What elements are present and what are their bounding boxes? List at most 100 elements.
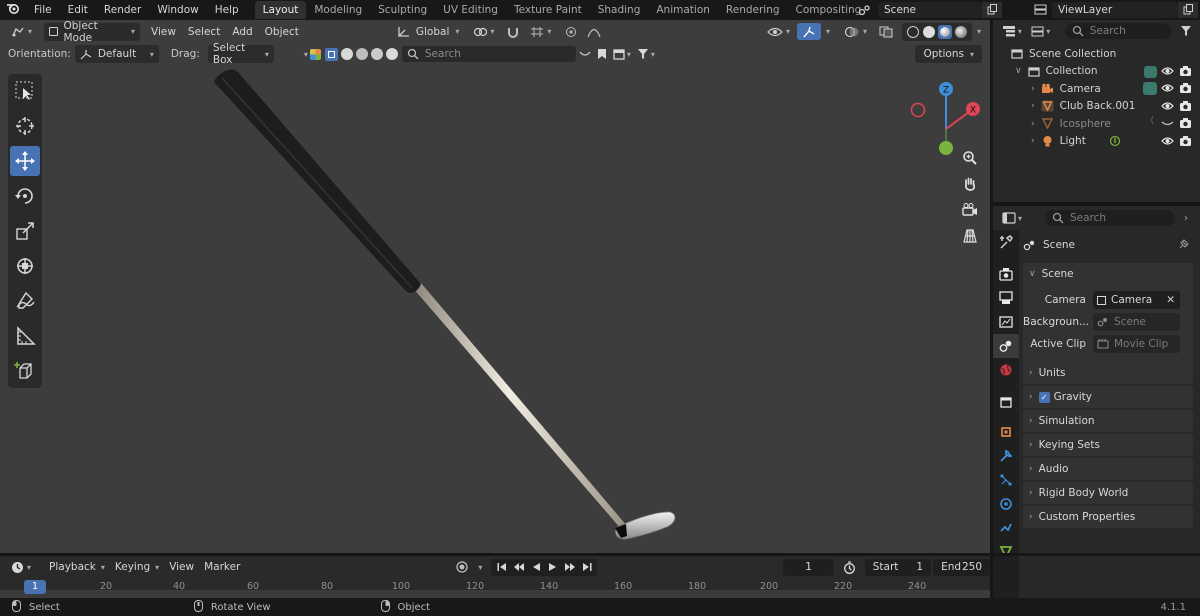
club-render-icon[interactable] [1179,100,1192,115]
outliner-row-icosphere[interactable]: › Icosphere ( [993,115,1200,133]
timeline-ruler[interactable]: 1 20 40 60 80 100 120 140 160 180 200 22… [0,578,990,598]
output-tab-icon[interactable] [993,286,1019,310]
camera-property-field[interactable]: Camera ✕ [1093,291,1180,309]
gravity-checkbox[interactable]: ✓ [1038,391,1050,403]
light-render-icon[interactable] [1179,135,1192,150]
particles-tab-icon[interactable] [993,468,1019,492]
prev-keyframe-icon[interactable] [510,559,527,575]
keying-sets-panel[interactable]: › Keying Sets [1023,434,1193,456]
display-mode-dropdown[interactable]: ▾ [1027,23,1055,39]
outliner-filter-icon[interactable] [1176,23,1196,39]
properties-options-chevron-icon[interactable]: › [1176,210,1196,226]
zoom-icon[interactable] [958,146,982,170]
keying-menu[interactable]: Keying ▾ [110,558,164,576]
workspace-tab-layout[interactable]: Layout [254,1,307,19]
workspace-tab-texture-paint[interactable]: Texture Paint [506,1,590,19]
icosphere-render-icon[interactable] [1179,117,1192,132]
clear-camera-icon[interactable]: ✕ [1166,294,1175,306]
background-property-field[interactable]: Scene [1093,313,1180,331]
camera-data-icon[interactable] [1143,82,1157,95]
icosphere-hidden-eye-icon[interactable] [1161,117,1174,132]
view-layer-name-field[interactable]: ViewLayer [1052,1,1178,18]
outliner-row-camera[interactable]: › Camera [993,80,1200,98]
light-eye-icon[interactable] [1161,135,1174,150]
properties-editor-type-button[interactable]: ▾ [997,210,1027,226]
collection-tab-icon[interactable] [993,390,1019,414]
view-layer-icon[interactable] [1028,2,1052,18]
outliner-search-field[interactable]: Search [1064,23,1173,39]
new-scene-icon[interactable] [982,1,1002,18]
light-data-icon[interactable] [1109,135,1121,150]
scene-name-field[interactable]: Scene [878,1,982,18]
physics-tab-icon[interactable] [993,492,1019,516]
play-icon[interactable] [544,559,561,575]
jump-start-icon[interactable] [493,559,510,575]
modifier-tab-icon[interactable] [993,444,1019,468]
collection-render-icon[interactable] [1179,65,1192,80]
collapse-chevron-icon[interactable]: ∨ [1015,66,1022,76]
active-clip-property-field[interactable]: Movie Clip [1093,335,1180,353]
units-panel[interactable]: › Units [1023,362,1193,384]
scene-panel-header[interactable]: ∨ Scene [1023,263,1193,285]
playback-menu[interactable]: Playback ▾ [44,558,110,576]
menu-window[interactable]: Window [149,4,206,16]
gravity-panel[interactable]: › ✓ Gravity [1023,386,1193,408]
custom-properties-panel[interactable]: › Custom Properties [1023,506,1193,528]
constraints-tab-icon[interactable] [993,516,1019,540]
scene-tab-icon[interactable] [993,334,1019,358]
workspace-tab-uv-editing[interactable]: UV Editing [435,1,506,19]
scene-icon[interactable] [852,2,878,18]
play-reverse-icon[interactable] [527,559,544,575]
render-tab-icon[interactable] [993,262,1019,286]
workspace-tab-shading[interactable]: Shading [590,1,649,19]
menu-edit[interactable]: Edit [60,4,96,16]
new-view-layer-icon[interactable] [1178,1,1198,18]
marker-menu[interactable]: Marker [199,558,245,576]
camera-render-icon[interactable] [1179,82,1192,97]
playhead-frame-indicator[interactable]: 1 [24,580,46,594]
keying-options-dropdown[interactable]: ▾ [473,558,487,576]
collection-eye-icon[interactable] [1161,65,1174,80]
collection-checkbox-icon[interactable] [1144,65,1157,78]
preview-range-toggle[interactable] [838,558,861,576]
object-tab-icon[interactable] [993,420,1019,444]
camera-view-icon[interactable] [958,198,982,222]
workspace-tab-rendering[interactable]: Rendering [718,1,788,19]
timeline-view-menu[interactable]: View [164,558,199,576]
blender-logo-icon[interactable] [0,2,26,18]
workspace-tab-modeling[interactable]: Modeling [306,1,370,19]
pan-hand-icon[interactable] [958,172,982,196]
properties-search-field[interactable]: Search [1045,210,1175,226]
outliner-row-club-back[interactable]: › Club Back.001 [993,98,1200,116]
current-frame-field[interactable]: 1 [783,558,834,576]
workspace-tab-animation[interactable]: Animation [648,1,718,19]
auto-keying-toggle[interactable] [451,558,473,576]
gizmo-y-axis-icon[interactable] [939,141,953,155]
outliner-row-collection[interactable]: ∨ Collection [993,63,1200,81]
audio-panel[interactable]: › Audio [1023,458,1193,480]
menu-render[interactable]: Render [96,4,149,16]
menu-help[interactable]: Help [207,4,247,16]
world-tab-icon[interactable] [993,358,1019,382]
golf-club-object[interactable] [0,20,990,553]
gizmo-neg-x-icon[interactable] [910,102,926,118]
view-layer-tab-icon[interactable] [993,310,1019,334]
3d-viewport[interactable]: ▾ Object Mode ▾ View Select Add Object G… [0,20,990,553]
workspace-tab-sculpting[interactable]: Sculpting [370,1,435,19]
outliner-row-light[interactable]: › Light [993,133,1200,151]
start-frame-field[interactable]: Start 1 [864,558,932,576]
jump-end-icon[interactable] [578,559,595,575]
outliner-row-scene-collection[interactable]: Scene Collection [993,45,1200,63]
end-frame-field[interactable]: End 250 [933,558,991,576]
menu-file[interactable]: File [26,4,60,16]
pin-icon[interactable] [1178,239,1189,253]
tool-tab-icon[interactable] [993,230,1019,254]
outliner-editor-type-button[interactable]: ▾ [997,23,1027,39]
next-keyframe-icon[interactable] [561,559,578,575]
camera-eye-icon[interactable] [1161,82,1174,97]
club-eye-icon[interactable] [1161,100,1174,115]
rigid-body-world-panel[interactable]: › Rigid Body World [1023,482,1193,504]
simulation-panel[interactable]: › Simulation [1023,410,1193,432]
perspective-grid-icon[interactable] [958,224,982,248]
timeline-editor-type-button[interactable]: ▾ [6,558,36,576]
